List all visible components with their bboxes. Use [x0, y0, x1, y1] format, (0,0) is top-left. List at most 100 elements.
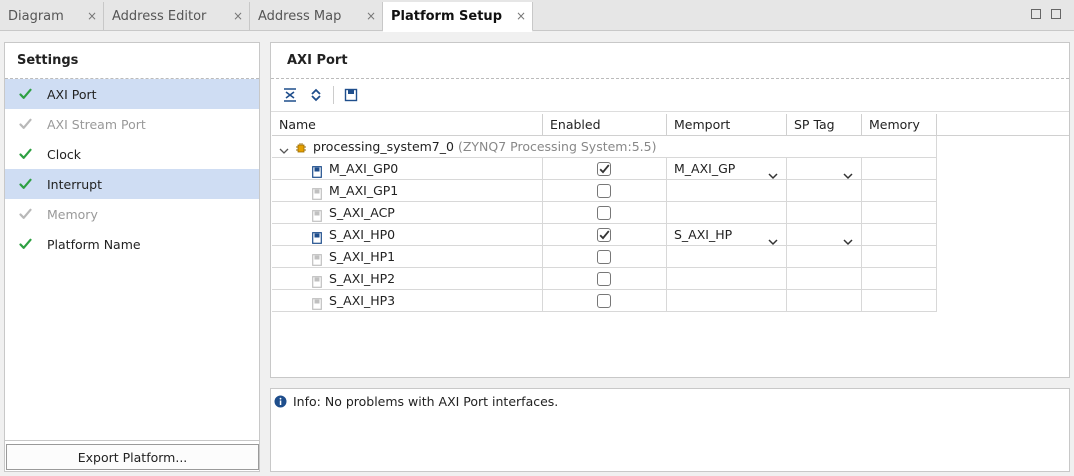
info-message: Info: No problems with AXI Port interfac…	[293, 394, 559, 409]
table-row[interactable]: S_AXI_HP2	[272, 268, 1069, 290]
messages-panel: Info: No problems with AXI Port interfac…	[270, 388, 1070, 472]
column-header-enabled[interactable]: Enabled	[543, 114, 667, 136]
close-icon[interactable]: ×	[233, 9, 243, 23]
export-platform-button[interactable]: Export Platform...	[6, 444, 259, 470]
settings-item[interactable]: Platform Name	[5, 229, 259, 259]
column-header-memory[interactable]: Memory	[862, 114, 937, 136]
enabled-cell	[543, 268, 667, 290]
memport-value: S_AXI_HP	[674, 227, 733, 242]
memory-cell	[862, 268, 937, 290]
tab-address-editor[interactable]: Address Editor ×	[104, 2, 250, 31]
column-header-name[interactable]: Name	[272, 114, 543, 136]
axi-port-title: AXI Port	[271, 43, 1069, 79]
check-icon	[18, 237, 32, 251]
column-filler	[937, 114, 1069, 136]
enabled-cell	[543, 246, 667, 268]
enabled-cell	[543, 224, 667, 246]
sp-tag-cell	[787, 290, 862, 312]
settings-item[interactable]: AXI Stream Port	[5, 109, 259, 139]
port-name: S_AXI_HP2	[329, 271, 396, 286]
divider	[5, 440, 259, 441]
port-name: S_AXI_HP0	[329, 227, 396, 242]
sp-tag-cell	[787, 246, 862, 268]
enabled-checkbox[interactable]	[597, 250, 611, 264]
enabled-checkbox[interactable]	[597, 294, 611, 308]
memport-cell	[667, 290, 787, 312]
tab-label: Diagram	[8, 9, 64, 24]
enabled-checkbox[interactable]	[597, 272, 611, 286]
memport-cell[interactable]: M_AXI_GP	[667, 158, 787, 180]
memory-cell	[862, 158, 937, 180]
settings-title: Settings	[5, 43, 259, 79]
enabled-cell	[543, 180, 667, 202]
memory-cell	[862, 202, 937, 224]
editor-tab-bar: Diagram × Address Editor × Address Map ×…	[0, 0, 1074, 32]
memport-cell	[667, 202, 787, 224]
table-row[interactable]: S_AXI_HP0 S_AXI_HP	[272, 224, 1069, 246]
close-icon[interactable]: ×	[366, 9, 376, 23]
port-icon	[312, 295, 322, 317]
column-header-sp-tag[interactable]: SP Tag	[787, 114, 862, 136]
settings-item-label: AXI Stream Port	[47, 116, 146, 132]
memport-cell	[667, 180, 787, 202]
close-icon[interactable]: ×	[516, 9, 526, 23]
settings-item[interactable]: Interrupt	[5, 169, 259, 199]
settings-item[interactable]: Memory	[5, 199, 259, 229]
checkmark-icon	[599, 164, 609, 174]
table-row[interactable]: M_AXI_GP1	[272, 180, 1069, 202]
memory-cell	[862, 290, 937, 312]
sp-tag-cell	[787, 268, 862, 290]
tab-label: Address Editor	[112, 9, 207, 24]
table-row[interactable]: S_AXI_ACP	[272, 202, 1069, 224]
close-icon[interactable]: ×	[87, 9, 97, 23]
memport-value: M_AXI_GP	[674, 161, 736, 176]
table-row-parent[interactable]: processing_system7_0 (ZYNQ7 Processing S…	[272, 136, 1069, 158]
table-row[interactable]: S_AXI_HP3	[272, 290, 1069, 312]
settings-item[interactable]: AXI Port	[5, 79, 259, 109]
toolbar-separator	[333, 86, 334, 104]
column-header-memport[interactable]: Memport	[667, 114, 787, 136]
port-name: S_AXI_ACP	[329, 205, 395, 220]
memport-cell	[667, 246, 787, 268]
table-toolbar	[271, 79, 1069, 112]
save-icon[interactable]	[342, 86, 360, 104]
check-icon	[18, 207, 32, 221]
parent-name-cell: processing_system7_0 (ZYNQ7 Processing S…	[272, 136, 937, 158]
tab-label: Address Map	[258, 9, 342, 24]
name-cell: S_AXI_ACP	[272, 202, 543, 224]
settings-item-label: AXI Port	[47, 86, 97, 102]
info-icon	[274, 395, 287, 408]
float-window-icon[interactable]	[1051, 9, 1061, 19]
memory-cell	[862, 224, 937, 246]
expand-all-icon[interactable]	[307, 86, 325, 104]
enabled-cell	[543, 290, 667, 312]
tab-address-map[interactable]: Address Map ×	[250, 2, 383, 31]
port-rows: M_AXI_GP0 M_AXI_GP M_AXI_GP1 S_AXI_ACP S_AXI…	[272, 158, 1069, 312]
name-cell: M_AXI_GP1	[272, 180, 543, 202]
enabled-checkbox[interactable]	[597, 228, 611, 242]
memport-cell[interactable]: S_AXI_HP	[667, 224, 787, 246]
table-row[interactable]: S_AXI_HP1	[272, 246, 1069, 268]
table-row[interactable]: M_AXI_GP0 M_AXI_GP	[272, 158, 1069, 180]
settings-item-label: Interrupt	[47, 176, 103, 192]
enabled-cell	[543, 202, 667, 224]
name-cell: S_AXI_HP3	[272, 290, 543, 312]
settings-item[interactable]: Clock	[5, 139, 259, 169]
port-name: S_AXI_HP1	[329, 249, 396, 264]
info-message-row: Info: No problems with AXI Port interfac…	[271, 389, 1069, 409]
enabled-checkbox[interactable]	[597, 184, 611, 198]
sp-tag-cell	[787, 202, 862, 224]
axi-port-panel: AXI Port Name Enabled Memport SP Tag Mem…	[270, 42, 1070, 378]
port-name: S_AXI_HP3	[329, 293, 396, 308]
settings-item-label: Platform Name	[47, 236, 141, 252]
tab-platform-setup[interactable]: Platform Setup ×	[383, 2, 533, 32]
axi-port-table: Name Enabled Memport SP Tag Memory proce…	[272, 114, 1069, 312]
sp-tag-cell[interactable]	[787, 158, 862, 180]
tab-diagram[interactable]: Diagram ×	[0, 2, 104, 31]
restore-icon[interactable]	[1031, 9, 1041, 19]
sp-tag-cell[interactable]	[787, 224, 862, 246]
enabled-checkbox[interactable]	[597, 206, 611, 220]
collapse-all-icon[interactable]	[281, 86, 299, 104]
sp-tag-cell	[787, 180, 862, 202]
enabled-checkbox[interactable]	[597, 162, 611, 176]
